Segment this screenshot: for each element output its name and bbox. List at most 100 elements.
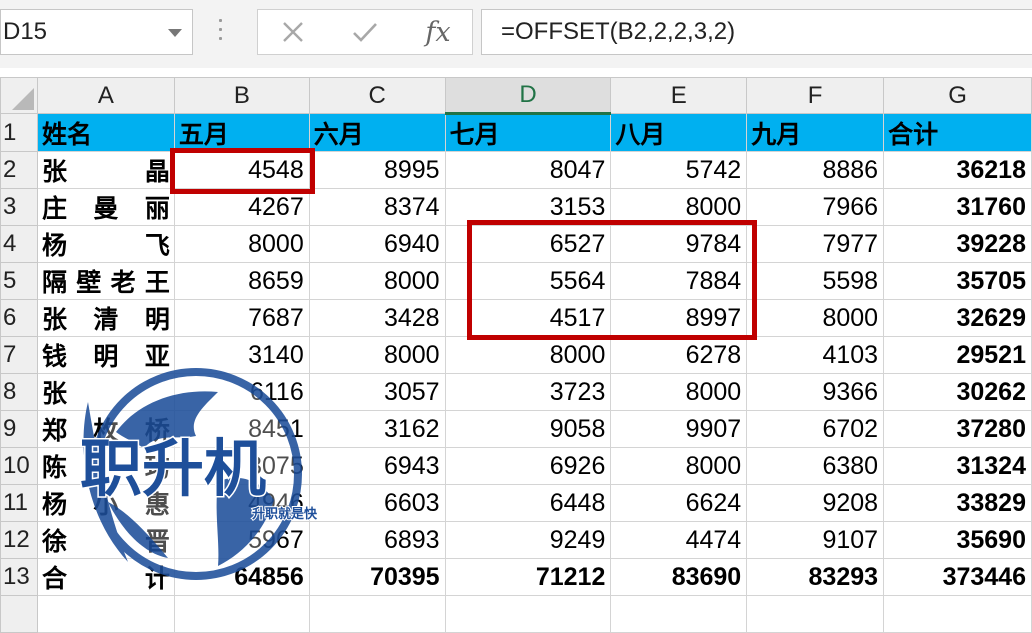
value-cell[interactable]: 83690 [610,558,748,596]
value-cell[interactable]: 4548 [173,151,310,189]
value-cell[interactable]: 7884 [610,262,748,300]
formula-input[interactable]: =OFFSET(B2,2,2,3,2) [481,9,1032,55]
value-cell[interactable]: 6448 [444,484,612,522]
close-icon[interactable] [268,10,318,54]
value-cell[interactable]: 31760 [883,188,1032,226]
name-cell[interactable]: 陈 玙 [36,447,175,485]
fx-icon[interactable]: fx [410,10,466,54]
value-cell[interactable]: 7687 [173,299,310,337]
cell[interactable]: 八月 [610,113,748,152]
value-cell[interactable]: 3140 [173,336,310,374]
value-cell[interactable]: 6116 [173,373,310,411]
value-cell[interactable]: 6527 [444,225,612,263]
value-cell[interactable]: 9107 [746,521,885,559]
value-cell[interactable]: 8047 [444,151,612,189]
name-cell[interactable]: 张 晶 [36,151,175,189]
value-cell[interactable]: 71212 [444,558,612,596]
value-cell[interactable]: 8000 [444,336,612,374]
name-cell[interactable]: 郑 枚 桥 [36,410,175,448]
value-cell[interactable]: 9208 [746,484,885,522]
name-box[interactable]: D15 [0,9,193,55]
value-cell[interactable]: 9249 [444,521,612,559]
value-cell[interactable]: 64856 [173,558,310,596]
row-header[interactable]: 11 [0,484,38,522]
value-cell[interactable]: 6940 [308,225,446,263]
value-cell[interactable]: 4474 [610,521,748,559]
column-header[interactable]: F [746,77,885,114]
value-cell[interactable]: 3153 [444,188,612,226]
value-cell[interactable]: 5564 [444,262,612,300]
value-cell[interactable]: 8659 [173,262,310,300]
value-cell[interactable]: 6943 [308,447,446,485]
value-cell[interactable]: 8000 [173,225,310,263]
drag-handle-icon[interactable] [218,19,224,45]
name-cell[interactable]: 杨 小 惠 [36,484,175,522]
value-cell[interactable]: 8000 [746,299,885,337]
chevron-down-icon[interactable] [168,29,182,37]
value-cell[interactable]: 29521 [883,336,1032,374]
column-header[interactable]: G [883,77,1032,114]
value-cell[interactable]: 8000 [610,373,748,411]
value-cell[interactable]: 83293 [746,558,885,596]
cell[interactable]: 姓名 [36,113,175,152]
name-cell[interactable]: 杨 飞 [36,225,175,263]
value-cell[interactable]: 6603 [308,484,446,522]
value-cell[interactable]: 39228 [883,225,1032,263]
value-cell[interactable]: 4946 [173,484,310,522]
column-header[interactable]: A [36,77,175,114]
column-header[interactable]: C [308,77,446,114]
value-cell[interactable]: 9058 [444,410,612,448]
check-icon[interactable] [340,10,390,54]
value-cell[interactable]: 3723 [444,373,612,411]
value-cell[interactable]: 8451 [173,410,310,448]
value-cell[interactable]: 3428 [308,299,446,337]
value-cell[interactable]: 8374 [308,188,446,226]
name-cell[interactable]: 张 [36,373,175,411]
value-cell[interactable]: 3075 [173,447,310,485]
value-cell[interactable]: 3162 [308,410,446,448]
row-header[interactable]: 9 [0,410,38,448]
value-cell[interactable]: 5598 [746,262,885,300]
column-header[interactable]: E [610,77,748,114]
column-header-selected[interactable]: D [444,77,612,115]
value-cell[interactable]: 6926 [444,447,612,485]
name-cell[interactable]: 张 清 明 [36,299,175,337]
value-cell[interactable]: 6278 [610,336,748,374]
row-header[interactable]: 6 [0,299,38,337]
value-cell[interactable]: 5742 [610,151,748,189]
row-header[interactable]: 12 [0,521,38,559]
value-cell[interactable]: 30262 [883,373,1032,411]
value-cell[interactable]: 9907 [610,410,748,448]
row-header[interactable]: 7 [0,336,38,374]
name-cell[interactable]: 钱 明 亚 [36,336,175,374]
value-cell[interactable]: 7977 [746,225,885,263]
value-cell[interactable]: 33829 [883,484,1032,522]
value-cell[interactable]: 4267 [173,188,310,226]
row-header[interactable]: 2 [0,151,38,189]
value-cell[interactable]: 9784 [610,225,748,263]
value-cell[interactable]: 35705 [883,262,1032,300]
column-header[interactable]: B [173,77,310,114]
cell[interactable]: 七月 [444,113,612,152]
row-header[interactable]: 5 [0,262,38,300]
value-cell[interactable]: 36218 [883,151,1032,189]
row-header[interactable]: 4 [0,225,38,263]
value-cell[interactable]: 3057 [308,373,446,411]
value-cell[interactable]: 8000 [308,336,446,374]
value-cell[interactable]: 32629 [883,299,1032,337]
cell[interactable]: 合计 [883,113,1032,152]
name-cell[interactable]: 隔壁老王 [36,262,175,300]
cell[interactable]: 五月 [173,113,310,152]
name-cell[interactable]: 徐 晋 [36,521,175,559]
row-header[interactable]: 13 [0,558,38,596]
value-cell[interactable]: 6624 [610,484,748,522]
value-cell[interactable]: 9366 [746,373,885,411]
value-cell[interactable]: 8995 [308,151,446,189]
value-cell[interactable]: 8886 [746,151,885,189]
value-cell[interactable]: 6702 [746,410,885,448]
value-cell[interactable]: 31324 [883,447,1032,485]
name-cell[interactable]: 庄 曼 丽 [36,188,175,226]
row-header[interactable]: 8 [0,373,38,411]
value-cell[interactable]: 37280 [883,410,1032,448]
select-all-corner[interactable] [0,77,38,114]
